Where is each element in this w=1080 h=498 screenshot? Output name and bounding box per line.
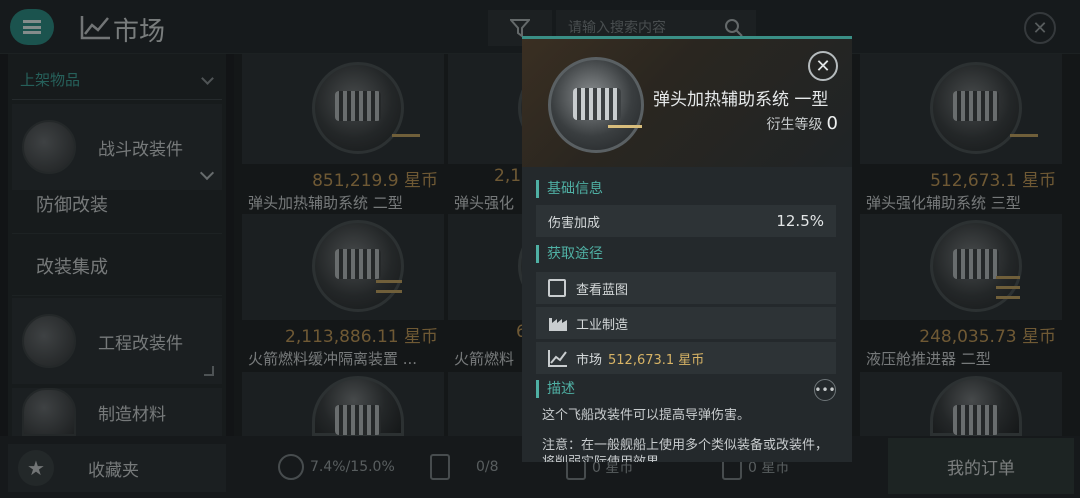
market-row[interactable]: 市场 512,673.1 星币 bbox=[536, 342, 836, 374]
blueprint-label: 查看蓝图 bbox=[576, 282, 629, 298]
more-options-icon[interactable]: ••• bbox=[814, 379, 836, 401]
item-icon bbox=[548, 57, 644, 153]
market-label: 市场 bbox=[576, 352, 603, 368]
damage-bonus-row: 伤害加成 12.5% bbox=[536, 205, 836, 237]
item-detail-popup: ✕ 弹头加热辅助系统 一型 衍生等级 0 基础信息 伤害加成 12.5% 获取途径… bbox=[522, 36, 852, 462]
factory-icon bbox=[549, 318, 567, 331]
industry-label: 工业制造 bbox=[576, 317, 629, 333]
description-heading: 描述 bbox=[536, 380, 575, 398]
level-label: 衍生等级 bbox=[766, 117, 823, 133]
item-tier-mark bbox=[608, 125, 642, 128]
damage-label: 伤害加成 bbox=[548, 215, 601, 231]
note-text: 注意：在一般舰船上使用多个类似装备或改装件，将削弱实际使用效果。 bbox=[542, 438, 829, 462]
source-heading: 获取途径 bbox=[536, 245, 603, 263]
item-title: 弹头加热辅助系统 一型 bbox=[653, 90, 829, 110]
industry-row[interactable]: 工业制造 bbox=[536, 307, 836, 339]
level-value: 0 bbox=[826, 113, 838, 134]
damage-value: 12.5% bbox=[776, 212, 824, 230]
view-blueprint-row[interactable]: 查看蓝图 bbox=[536, 272, 836, 304]
close-icon[interactable]: ✕ bbox=[808, 51, 838, 81]
derive-level: 衍生等级 0 bbox=[767, 113, 838, 134]
description-text: 这个飞船改装件可以提高导弹伤害。 bbox=[542, 408, 751, 423]
market-price: 512,673.1 星币 bbox=[608, 352, 705, 368]
basic-info-heading: 基础信息 bbox=[536, 180, 603, 198]
chart-icon bbox=[548, 350, 567, 367]
blueprint-icon bbox=[548, 279, 566, 297]
